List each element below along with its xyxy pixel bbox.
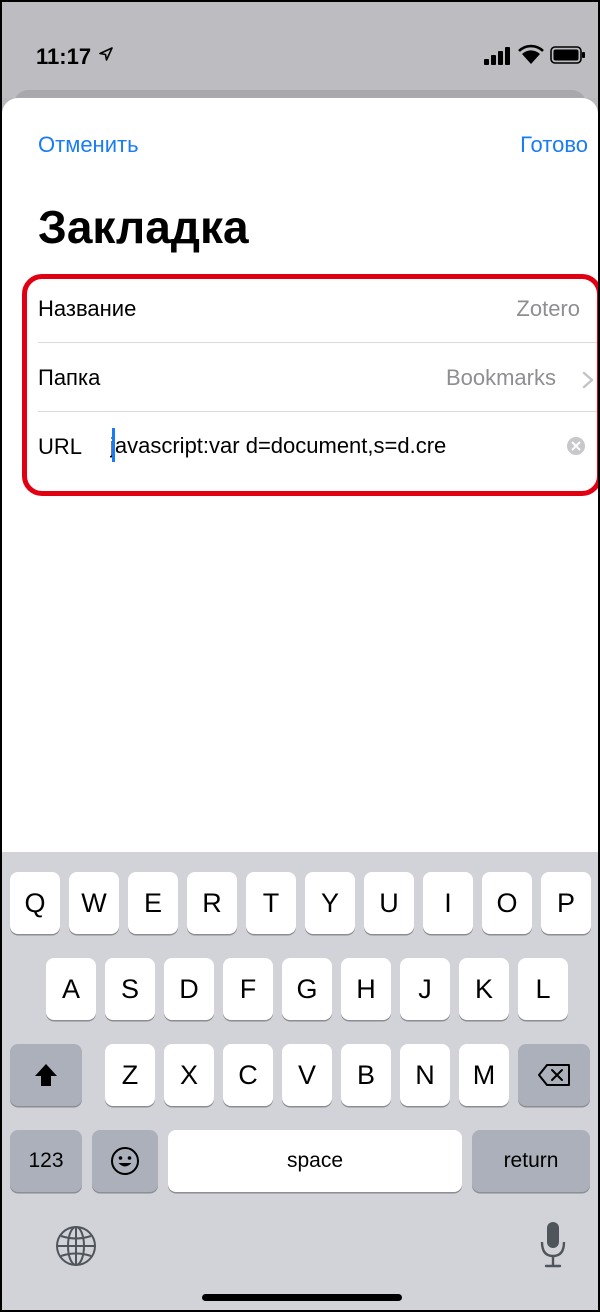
delete-key[interactable] bbox=[518, 1044, 590, 1106]
key-b[interactable]: B bbox=[341, 1044, 391, 1106]
name-field[interactable]: Zotero bbox=[516, 296, 580, 322]
key-h[interactable]: H bbox=[341, 958, 391, 1020]
key-m[interactable]: M bbox=[459, 1044, 509, 1106]
page-title: Закладка bbox=[38, 201, 249, 253]
key-r[interactable]: R bbox=[187, 872, 237, 934]
status-time: 11:17 bbox=[36, 44, 92, 69]
emoji-icon bbox=[111, 1147, 139, 1175]
home-indicator[interactable] bbox=[202, 1294, 402, 1301]
key-g[interactable]: G bbox=[282, 958, 332, 1020]
key-k[interactable]: K bbox=[459, 958, 509, 1020]
key-w[interactable]: W bbox=[69, 872, 119, 934]
shift-key[interactable] bbox=[10, 1044, 82, 1106]
return-key[interactable]: return bbox=[472, 1130, 590, 1192]
phone-screen: 11:17 Отменить Готово Закладка Название bbox=[0, 0, 600, 1312]
backspace-icon bbox=[538, 1064, 570, 1086]
globe-icon[interactable] bbox=[54, 1224, 98, 1268]
key-c[interactable]: C bbox=[223, 1044, 273, 1106]
key-y[interactable]: Y bbox=[305, 872, 355, 934]
key-i[interactable]: I bbox=[423, 872, 473, 934]
key-z[interactable]: Z bbox=[105, 1044, 155, 1106]
chevron-right-icon bbox=[582, 371, 594, 389]
onscreen-keyboard: Q W E R T Y U I O P A S D F G H J K L Z … bbox=[2, 852, 598, 1310]
key-j[interactable]: J bbox=[400, 958, 450, 1020]
status-bar: 11:17 bbox=[2, 2, 598, 98]
key-t[interactable]: T bbox=[246, 872, 296, 934]
key-d[interactable]: D bbox=[164, 958, 214, 1020]
name-row[interactable]: Название Zotero bbox=[38, 274, 598, 342]
folder-value: Bookmarks bbox=[445, 365, 556, 390]
key-u[interactable]: U bbox=[364, 872, 414, 934]
location-arrow-icon bbox=[99, 47, 113, 61]
folder-row[interactable]: Папка Bookmarks bbox=[38, 343, 598, 411]
name-label: Название bbox=[38, 296, 137, 321]
bookmark-form: Название Zotero Папка Bookmarks URL bbox=[18, 274, 598, 496]
cellular-signal-icon bbox=[484, 47, 510, 65]
key-l[interactable]: L bbox=[518, 958, 568, 1020]
done-button[interactable]: Готово bbox=[520, 132, 588, 158]
key-p[interactable]: P bbox=[541, 872, 591, 934]
url-field[interactable] bbox=[110, 426, 534, 466]
microphone-icon[interactable] bbox=[538, 1220, 568, 1270]
key-a[interactable]: A bbox=[46, 958, 96, 1020]
url-label: URL bbox=[38, 434, 83, 459]
space-key[interactable]: space bbox=[168, 1130, 462, 1192]
text-cursor bbox=[112, 428, 115, 462]
key-x[interactable]: X bbox=[164, 1044, 214, 1106]
cancel-button[interactable]: Отменить bbox=[38, 132, 139, 158]
folder-label: Папка bbox=[38, 365, 101, 390]
numbers-key[interactable]: 123 bbox=[10, 1130, 82, 1192]
key-o[interactable]: O bbox=[482, 872, 532, 934]
url-row: URL bbox=[38, 412, 598, 480]
key-s[interactable]: S bbox=[105, 958, 155, 1020]
clear-text-icon[interactable] bbox=[566, 436, 586, 456]
key-n[interactable]: N bbox=[400, 1044, 450, 1106]
emoji-key[interactable] bbox=[92, 1130, 158, 1192]
battery-icon bbox=[550, 46, 585, 64]
wifi-icon bbox=[518, 44, 544, 64]
shift-arrow-icon bbox=[35, 1064, 57, 1086]
key-v[interactable]: V bbox=[282, 1044, 332, 1106]
key-e[interactable]: E bbox=[128, 872, 178, 934]
key-f[interactable]: F bbox=[223, 958, 273, 1020]
key-q[interactable]: Q bbox=[10, 872, 60, 934]
